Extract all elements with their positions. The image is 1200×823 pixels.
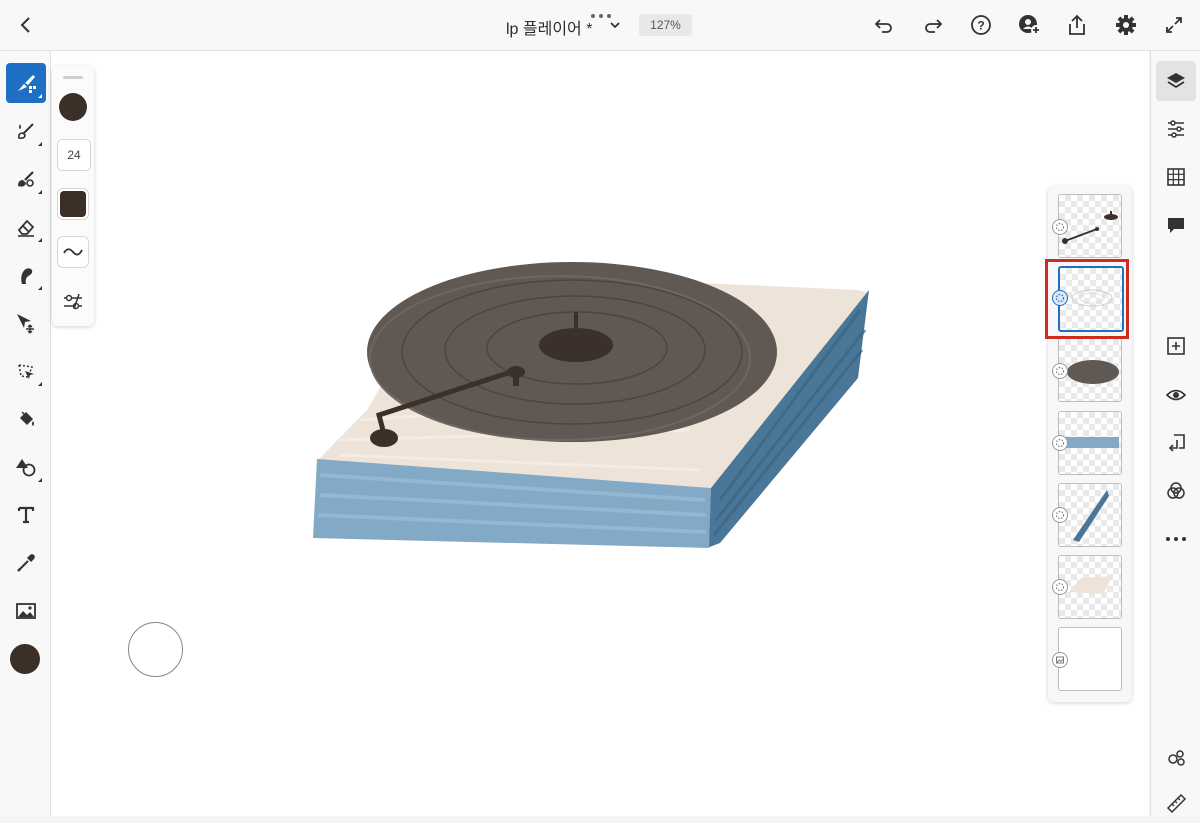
brush-settings-panel: 24	[52, 66, 94, 326]
smudge-icon[interactable]	[6, 255, 46, 295]
brush-settings-icon[interactable]	[61, 290, 85, 314]
submenu-indicator	[38, 478, 42, 482]
layers-icon[interactable]	[1156, 61, 1196, 101]
record-pin	[574, 312, 578, 338]
blend-mode-icon[interactable]	[1156, 471, 1196, 511]
side-preview	[1073, 490, 1109, 542]
submenu-indicator	[38, 238, 42, 242]
canvas[interactable]	[51, 51, 1149, 816]
brush-flow-swatch-frame[interactable]	[57, 188, 89, 220]
record-preview	[1067, 360, 1119, 384]
ruler-icon[interactable]	[1156, 783, 1196, 823]
brush-flow-swatch	[60, 191, 86, 217]
fill-icon[interactable]	[6, 399, 46, 439]
smoothing-wave-icon	[63, 248, 83, 256]
help-icon[interactable]: ?	[969, 13, 993, 37]
top-preview	[1069, 576, 1113, 594]
brush-cursor	[128, 622, 183, 677]
add-layer-icon[interactable]	[1156, 326, 1196, 366]
fullscreen-icon[interactable]	[1162, 13, 1186, 37]
zoom-level[interactable]: 127%	[639, 14, 692, 36]
livestream-icon[interactable]	[1156, 737, 1196, 777]
oil-brush-icon[interactable]	[6, 159, 46, 199]
artwork	[313, 262, 869, 548]
layer-type-icon[interactable]	[1052, 579, 1068, 595]
adjustments-icon[interactable]	[1156, 109, 1196, 149]
tonearm-post	[513, 372, 519, 386]
settings-icon[interactable]	[1114, 13, 1138, 37]
image-icon[interactable]	[6, 591, 46, 631]
eyedropper-icon[interactable]	[6, 543, 46, 583]
submenu-indicator	[38, 286, 42, 290]
submenu-indicator	[38, 382, 42, 386]
title-chevron-down-icon[interactable]	[606, 16, 624, 34]
layer-type-icon[interactable]	[1052, 219, 1068, 235]
more-options-icon[interactable]	[1156, 519, 1196, 559]
watercolor-brush-icon[interactable]	[6, 111, 46, 151]
front-preview	[1065, 437, 1119, 448]
brush-size-value[interactable]: 24	[57, 139, 91, 171]
merge-down-icon[interactable]	[1156, 423, 1196, 463]
background-image-icon[interactable]	[1052, 652, 1068, 668]
eraser-icon[interactable]	[6, 207, 46, 247]
smoothing-button[interactable]	[57, 236, 89, 268]
submenu-indicator	[38, 94, 42, 98]
tonearm-head	[370, 429, 398, 447]
brush-stack-icon[interactable]	[6, 63, 46, 103]
color-swatch-icon[interactable]	[10, 644, 40, 674]
layer-type-icon[interactable]	[1052, 435, 1068, 451]
invite-user-icon[interactable]	[1017, 13, 1043, 37]
lasso-icon[interactable]	[6, 351, 46, 391]
svg-text:?: ?	[977, 19, 984, 33]
top-bar: lp 플레이어 * 127% ?	[0, 0, 1200, 51]
grid-icon[interactable]	[1156, 157, 1196, 197]
shape-icon[interactable]	[6, 447, 46, 487]
visibility-icon[interactable]	[1156, 375, 1196, 415]
comments-icon[interactable]	[1156, 205, 1196, 245]
brush-color-swatch[interactable]	[59, 93, 87, 121]
undo-icon[interactable]	[872, 13, 896, 37]
back-icon[interactable]	[14, 13, 38, 37]
drag-handle-icon[interactable]	[589, 6, 613, 18]
text-icon[interactable]	[6, 495, 46, 535]
submenu-indicator	[38, 190, 42, 194]
redo-icon[interactable]	[921, 13, 945, 37]
layer-type-icon[interactable]	[1052, 363, 1068, 379]
left-toolbar	[0, 51, 51, 816]
right-toolbar	[1150, 51, 1200, 816]
submenu-indicator	[38, 142, 42, 146]
share-icon[interactable]	[1065, 12, 1089, 38]
layer-type-icon[interactable]	[1052, 507, 1068, 523]
document-title[interactable]: lp 플레이어 *	[506, 15, 592, 39]
move-icon[interactable]	[6, 303, 46, 343]
selected-layer-highlight	[1045, 259, 1129, 339]
tonearm-preview	[1062, 211, 1118, 244]
panel-grip[interactable]	[63, 76, 83, 79]
